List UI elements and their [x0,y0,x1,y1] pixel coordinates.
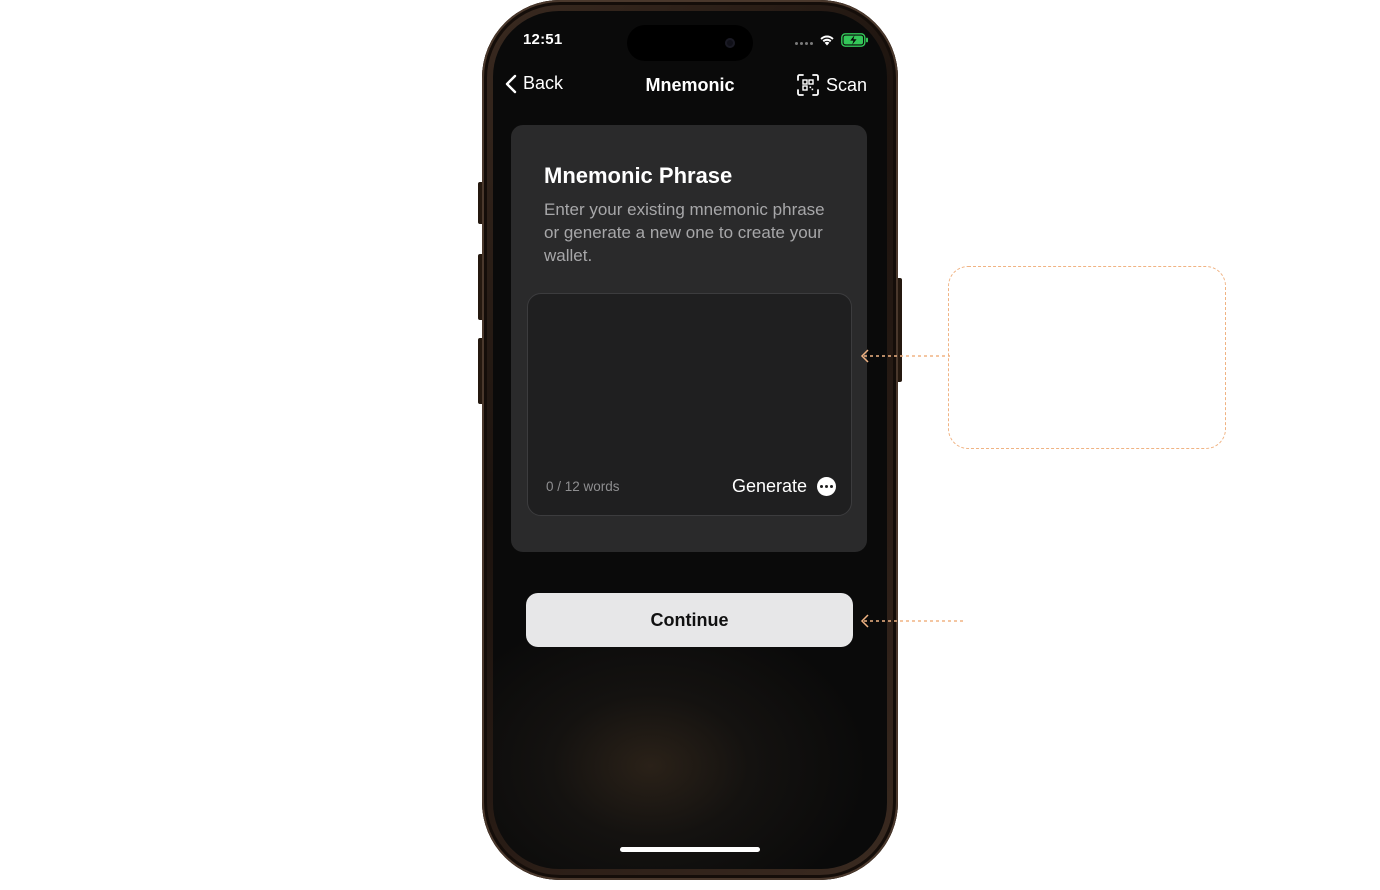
card-title: Mnemonic Phrase [544,163,733,188]
qr-scan-icon [797,74,819,96]
generate-label: Generate [731,476,807,496]
status-time: 12:51 [523,31,563,48]
front-camera [725,38,735,48]
dynamic-island [627,25,753,61]
navigation-bar: Back Mnemonic Scan [493,69,887,103]
battery-charging-icon [841,33,868,47]
canvas: 12:51 Back Mnemonic Scan Mnemonic Phrase… [0,0,1380,890]
scan-button[interactable]: Scan [796,73,867,97]
more-horizontal-icon [817,477,836,496]
card-description: Enter your existing mnemonic phrase or g… [544,200,825,265]
home-indicator [620,847,760,852]
continue-button[interactable]: Continue [526,593,853,647]
annotation-arrow-continue [860,614,964,628]
scan-label: Scan [825,74,867,95]
mnemonic-card: Mnemonic Phrase Enter your existing mnem… [511,125,867,552]
annotation-box [948,266,1226,449]
phone-screen: 12:51 Back Mnemonic Scan Mnemonic Phrase… [493,11,887,869]
status-indicators [795,33,869,47]
annotation-arrow-input [860,349,950,363]
wifi-icon [820,35,834,46]
cellular-signal-icon [795,35,813,45]
generate-button[interactable]: Generate [732,476,836,497]
